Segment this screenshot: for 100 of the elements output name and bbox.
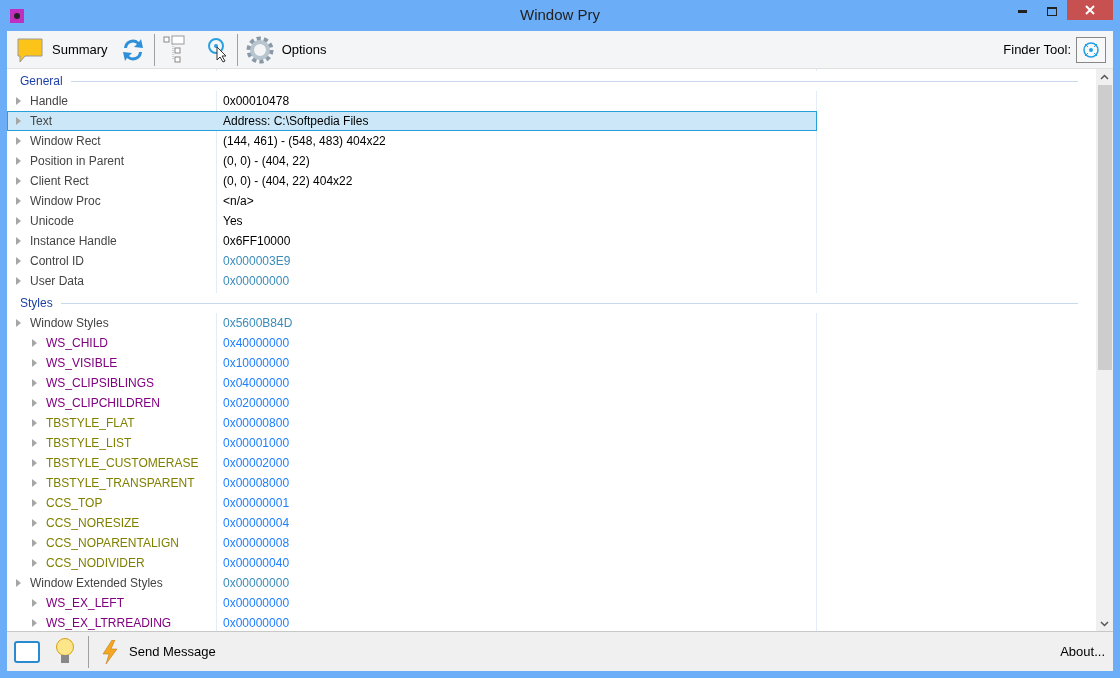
property-name: Client Rect	[30, 173, 90, 190]
scrollbar[interactable]	[1096, 69, 1113, 631]
property-row[interactable]: CCS_NOPARENTALIGN 0x00000008	[7, 533, 817, 553]
property-name: Control ID	[30, 253, 86, 270]
finder-tool-label: Finder Tool:	[1003, 40, 1071, 59]
expand-arrow-icon[interactable]	[16, 319, 21, 327]
property-value: 0x02000000	[223, 395, 290, 412]
property-name: CCS_TOP	[46, 495, 104, 512]
property-name: WS_CLIPSIBLINGS	[46, 375, 156, 392]
group-header: Styles	[20, 295, 53, 312]
group-header: General	[20, 73, 63, 90]
property-row[interactable]: Window Extended Styles 0x00000000	[7, 573, 817, 593]
property-row[interactable]: TBSTYLE_FLAT 0x00000800	[7, 413, 817, 433]
maximize-icon	[1047, 6, 1057, 16]
property-value: Yes	[223, 213, 243, 230]
finder-tool-button[interactable]	[1076, 36, 1106, 63]
expand-arrow-icon[interactable]	[16, 157, 21, 165]
expand-arrow-icon[interactable]	[16, 137, 21, 145]
property-row[interactable]: WS_CHILD 0x40000000	[7, 333, 817, 353]
property-name: Instance Handle	[30, 233, 118, 250]
options-button[interactable]: Options	[243, 32, 329, 67]
property-name: Window Proc	[30, 193, 102, 210]
expand-arrow-icon[interactable]	[32, 339, 37, 347]
window-button[interactable]	[14, 639, 40, 664]
property-value: 0x10000000	[223, 355, 290, 372]
scroll-down-icon	[1100, 621, 1109, 627]
property-name: Handle	[30, 93, 70, 110]
expand-arrow-icon[interactable]	[16, 579, 21, 587]
expand-arrow-icon[interactable]	[16, 97, 21, 105]
expand-arrow-icon[interactable]	[16, 257, 21, 265]
property-value: 0x5600B84D	[223, 315, 293, 332]
property-row[interactable]: Window Rect (144, 461) - (548, 483) 404x22	[7, 131, 817, 151]
property-row[interactable]: WS_CLIPCHILDREN 0x02000000	[7, 393, 817, 413]
property-row[interactable]: TBSTYLE_CUSTOMERASE 0x00002000	[7, 453, 817, 473]
property-row[interactable]: WS_EX_LTRREADING 0x00000000	[7, 613, 817, 631]
property-value: 0x00000001	[223, 495, 290, 512]
property-row[interactable]: Instance Handle 0x6FF10000	[7, 231, 817, 251]
scroll-up-icon	[1100, 74, 1109, 80]
property-row[interactable]: WS_CLIPSIBLINGS 0x04000000	[7, 373, 817, 393]
summary-button[interactable]: Summary	[14, 32, 110, 67]
property-value: (0, 0) - (404, 22)	[223, 153, 310, 170]
property-name: TBSTYLE_FLAT	[46, 415, 136, 432]
property-name: TBSTYLE_LIST	[46, 435, 133, 452]
close-button[interactable]	[1067, 0, 1113, 20]
property-name: CCS_NOPARENTALIGN	[46, 535, 180, 552]
minimize-icon	[1017, 9, 1027, 13]
about-link[interactable]: About...	[1060, 641, 1105, 662]
expand-arrow-icon[interactable]	[16, 237, 21, 245]
expand-arrow-icon[interactable]	[16, 117, 21, 125]
property-row[interactable]: Client Rect (0, 0) - (404, 22) 404x22	[7, 171, 817, 191]
property-name: WS_CHILD	[46, 335, 109, 352]
property-row[interactable]: Control ID 0x000003E9	[7, 251, 817, 271]
expand-arrow-icon[interactable]	[32, 419, 37, 427]
property-row[interactable]: CCS_TOP 0x00000001	[7, 493, 817, 513]
property-name: User Data	[30, 273, 86, 290]
property-row[interactable]: TBSTYLE_LIST 0x00001000	[7, 433, 817, 453]
expand-arrow-icon[interactable]	[32, 379, 37, 387]
scrollbar-thumb[interactable]	[1097, 85, 1112, 370]
property-row[interactable]: WS_EX_LEFT 0x00000000	[7, 593, 817, 613]
property-row[interactable]: Window Proc <n/a>	[7, 191, 817, 211]
expand-arrow-icon[interactable]	[32, 439, 37, 447]
expand-arrow-icon[interactable]	[32, 459, 37, 467]
property-value: 0x00002000	[223, 455, 290, 472]
expand-arrow-icon[interactable]	[16, 197, 21, 205]
expand-arrow-icon[interactable]	[16, 277, 21, 285]
send-message-button[interactable]: Send Message	[101, 636, 216, 667]
expand-arrow-icon[interactable]	[32, 539, 37, 547]
property-value: 0x00000000	[223, 615, 290, 631]
speech-bubble-icon	[16, 35, 44, 64]
property-value: Address: C:\Softpedia Files	[223, 113, 369, 130]
crosshair-icon	[1082, 40, 1100, 59]
expand-arrow-icon[interactable]	[16, 177, 21, 185]
window-icon	[14, 640, 40, 663]
property-row[interactable]: Window Styles 0x5600B84D	[7, 313, 817, 333]
property-row[interactable]: Position in Parent (0, 0) - (404, 22)	[7, 151, 817, 171]
expand-arrow-icon[interactable]	[32, 399, 37, 407]
expand-arrow-icon[interactable]	[32, 559, 37, 567]
app-icon	[10, 8, 24, 23]
property-row[interactable]: CCS_NORESIZE 0x00000004	[7, 513, 817, 533]
expand-arrow-icon[interactable]	[32, 619, 37, 627]
property-row[interactable]: WS_VISIBLE 0x10000000	[7, 353, 817, 373]
lightning-icon	[101, 639, 119, 664]
property-row[interactable]: TBSTYLE_TRANSPARENT 0x00008000	[7, 473, 817, 493]
property-name: WS_CLIPCHILDREN	[46, 395, 162, 412]
expand-arrow-icon[interactable]	[32, 479, 37, 487]
property-row[interactable]: Unicode Yes	[7, 211, 817, 231]
expand-arrow-icon[interactable]	[32, 359, 37, 367]
property-name: WS_EX_LEFT	[46, 595, 126, 612]
property-row[interactable]: CCS_NODIVIDER 0x00000040	[7, 553, 817, 573]
property-value: 0x00000800	[223, 415, 290, 432]
property-row[interactable]: Text Address: C:\Softpedia Files	[7, 111, 817, 131]
property-value: 0x00000000	[223, 595, 290, 612]
property-value: 0x00000004	[223, 515, 290, 532]
property-row[interactable]: Handle 0x00010478	[7, 91, 817, 111]
property-name: Window Styles	[30, 315, 110, 332]
property-row[interactable]: User Data 0x00000000	[7, 271, 817, 291]
expand-arrow-icon[interactable]	[32, 599, 37, 607]
expand-arrow-icon[interactable]	[16, 217, 21, 225]
expand-arrow-icon[interactable]	[32, 499, 37, 507]
expand-arrow-icon[interactable]	[32, 519, 37, 527]
